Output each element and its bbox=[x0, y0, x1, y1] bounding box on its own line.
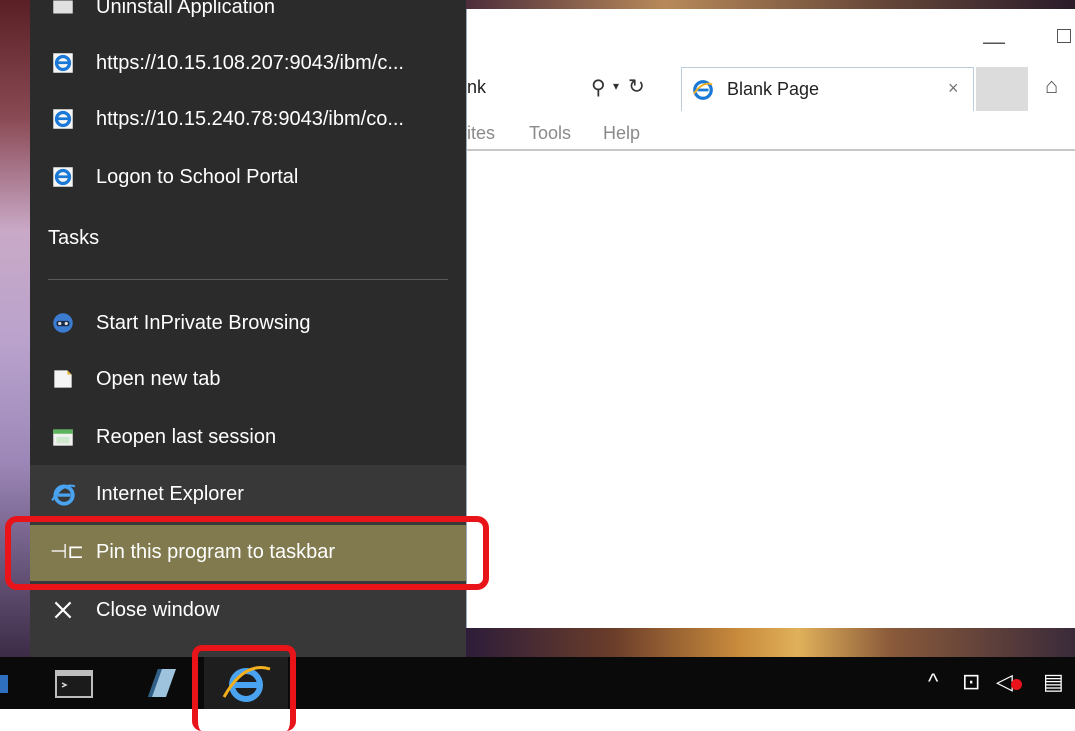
taskbar: ^ ⊡ ◁ ▤ bbox=[0, 657, 1075, 731]
task-start-inprivate[interactable]: Start InPrivate Browsing bbox=[30, 296, 466, 352]
taskbar-server-manager-button[interactable] bbox=[136, 657, 190, 709]
address-bar[interactable]: nk bbox=[467, 77, 486, 98]
jump-item-recent-2[interactable]: https://10.15.240.78:9043/ibm/co... bbox=[30, 92, 466, 148]
dropdown-arrow-icon[interactable]: ▾ bbox=[613, 79, 619, 93]
close-icon bbox=[54, 601, 72, 619]
jump-list: Uninstall Application https://10.15.108.… bbox=[30, 0, 466, 657]
jump-item-label: Pin this program to taskbar bbox=[96, 541, 335, 563]
internet-explorer-icon bbox=[222, 666, 271, 702]
pin-icon: ⊣⊏ bbox=[50, 541, 85, 563]
show-hidden-icons-icon[interactable]: ^ bbox=[928, 669, 938, 695]
application-icon bbox=[53, 0, 73, 14]
jump-item-label: Uninstall Application bbox=[96, 0, 275, 18]
address-row: nk ⚲ ▾ ↻ Blank Page × ⌂ bbox=[467, 67, 1075, 111]
taskbar-edge bbox=[0, 657, 12, 709]
task-open-new-tab[interactable]: Open new tab bbox=[30, 352, 466, 408]
command-prompt-icon bbox=[55, 670, 93, 698]
jump-item-internet-explorer[interactable]: Internet Explorer bbox=[30, 467, 466, 523]
task-reopen-last-session[interactable]: Reopen last session bbox=[30, 410, 466, 466]
muted-badge bbox=[1011, 679, 1022, 690]
search-icon[interactable]: ⚲ bbox=[591, 75, 606, 100]
menu-favorites[interactable]: ites bbox=[467, 123, 495, 144]
jump-item-uninstall[interactable]: Uninstall Application bbox=[30, 0, 466, 36]
menu-bar: ites Tools Help bbox=[467, 115, 1075, 151]
pin-to-taskbar-item[interactable]: ⊣⊏ Pin this program to taskbar bbox=[30, 525, 466, 581]
tab-blank-page[interactable]: Blank Page × bbox=[681, 67, 974, 111]
desktop-wallpaper-top bbox=[460, 0, 1075, 9]
desktop-wallpaper-bottom bbox=[460, 627, 1075, 657]
inprivate-icon bbox=[53, 313, 73, 333]
new-tab-icon bbox=[54, 370, 72, 388]
close-window-item[interactable]: Close window bbox=[30, 583, 466, 639]
ie-page-icon bbox=[53, 53, 73, 73]
tab-close-icon[interactable]: × bbox=[948, 78, 959, 99]
task-label: Open new tab bbox=[96, 368, 221, 390]
jump-item-recent-3[interactable]: Logon to School Portal bbox=[30, 150, 466, 206]
jump-item-label: Logon to School Portal bbox=[96, 166, 299, 188]
jump-item-recent-1[interactable]: https://10.15.108.207:9043/ibm/c... bbox=[30, 36, 466, 92]
browser-window: — nk ⚲ ▾ ↻ Blank Page × ⌂ ites Tools Hel… bbox=[466, 9, 1075, 628]
jump-item-label: Internet Explorer bbox=[96, 483, 244, 505]
reopen-session-icon bbox=[53, 429, 73, 446]
network-icon[interactable]: ⊡ bbox=[962, 669, 980, 695]
ie-logo-icon bbox=[693, 80, 713, 100]
minimize-button[interactable]: — bbox=[983, 29, 1005, 55]
taskbar-bar: ^ ⊡ ◁ ▤ bbox=[0, 657, 1075, 709]
jump-item-label: Close window bbox=[96, 599, 220, 621]
internet-explorer-icon bbox=[51, 484, 76, 506]
divider bbox=[48, 279, 448, 280]
new-tab-button[interactable] bbox=[976, 67, 1028, 111]
tasks-header: Tasks bbox=[48, 227, 100, 249]
title-bar: — bbox=[467, 9, 1075, 61]
ie-page-icon bbox=[53, 109, 73, 129]
menu-help[interactable]: Help bbox=[603, 123, 640, 144]
refresh-icon[interactable]: ↻ bbox=[628, 74, 645, 99]
jump-item-label: https://10.15.108.207:9043/ibm/c... bbox=[96, 52, 404, 74]
desktop-wallpaper-left bbox=[0, 0, 30, 660]
maximize-button[interactable] bbox=[1057, 29, 1071, 43]
ie-page-icon bbox=[53, 167, 73, 187]
taskbar-ie-button[interactable] bbox=[204, 657, 288, 709]
tab-title: Blank Page bbox=[727, 79, 820, 99]
menu-tools[interactable]: Tools bbox=[529, 123, 571, 144]
task-label: Reopen last session bbox=[96, 426, 277, 448]
jump-item-label: https://10.15.240.78:9043/ibm/co... bbox=[96, 108, 404, 130]
home-icon[interactable]: ⌂ bbox=[1045, 73, 1058, 99]
task-label: Start InPrivate Browsing bbox=[96, 312, 311, 334]
notifications-icon[interactable]: ▤ bbox=[1043, 669, 1064, 695]
taskbar-cmd-button[interactable] bbox=[52, 657, 98, 709]
server-manager-icon bbox=[148, 669, 176, 697]
